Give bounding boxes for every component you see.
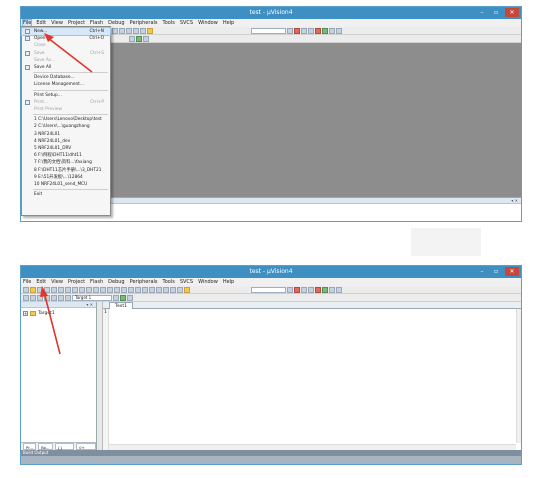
red-arrow-top: [44, 33, 93, 73]
red-arrow-bottom: [40, 286, 61, 355]
annotation-arrows: [40, 33, 93, 355]
